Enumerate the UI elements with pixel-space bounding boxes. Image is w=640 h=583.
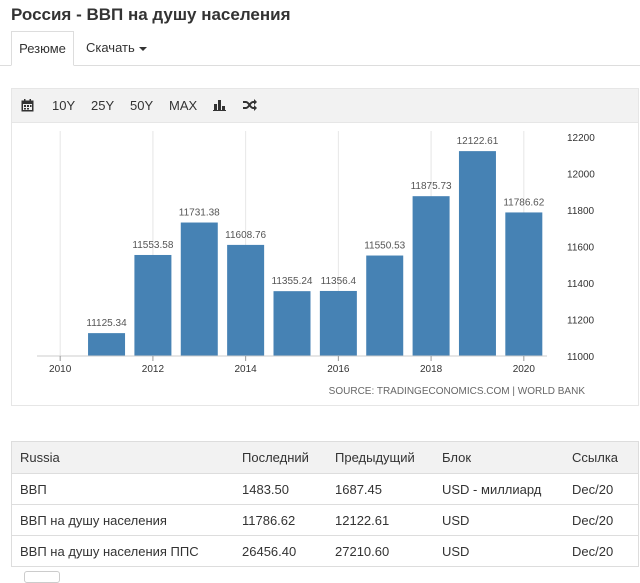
row-last-value: 26456.40 <box>234 535 327 566</box>
row-previous-value: 1687.45 <box>327 473 434 505</box>
bar <box>227 244 265 356</box>
y-tick-label: 11400 <box>567 279 595 290</box>
y-tick-label: 11000 <box>567 352 595 363</box>
y-tick-label: 11600 <box>567 243 595 254</box>
bar-value-label: 11731.38 <box>179 208 220 219</box>
bar-value-label: 11125.34 <box>86 318 127 329</box>
bar <box>180 222 218 356</box>
bar <box>412 196 450 356</box>
row-indicator-link[interactable]: ВВП на душу населения <box>12 504 234 536</box>
bar-value-label: 12122.61 <box>457 136 499 147</box>
tab-summary[interactable]: Резюме <box>11 31 74 66</box>
column-header-previous: Предыдущий <box>327 442 434 474</box>
row-reference: Dec/20 <box>564 535 638 566</box>
row-indicator-link[interactable]: ВВП <box>12 473 234 505</box>
row-reference: Dec/20 <box>564 504 638 536</box>
bar <box>319 290 357 356</box>
tab-summary-label: Резюме <box>19 41 66 56</box>
bar-value-label: 11608.76 <box>225 230 266 241</box>
bar <box>366 255 404 356</box>
x-tick-label: 2020 <box>513 364 536 375</box>
bar <box>273 291 311 356</box>
table-row: ВВП 1483.50 1687.45 USD - миллиард Dec/2… <box>12 473 638 505</box>
bar-value-label: 11875.73 <box>411 181 452 192</box>
bar-value-label: 11550.53 <box>364 241 405 252</box>
column-header-country: Russia <box>12 442 234 474</box>
row-indicator-link[interactable]: ВВП на душу населения ППС <box>12 535 234 566</box>
x-tick-label: 2010 <box>49 364 72 375</box>
row-reference: Dec/20 <box>564 473 638 505</box>
row-unit: USD <box>434 504 564 536</box>
column-header-reference: Ссылка <box>564 442 638 474</box>
bar <box>505 212 543 356</box>
chevron-down-icon <box>138 46 147 51</box>
row-unit: USD <box>434 535 564 566</box>
table-row: ВВП на душу населения 11786.62 12122.61 … <box>12 504 638 536</box>
page-title: Россия - ВВП на душу населения <box>11 5 291 24</box>
row-last-value: 1483.50 <box>234 473 327 505</box>
bar-value-label: 11786.62 <box>503 197 544 208</box>
export-button[interactable] <box>24 571 60 583</box>
tab-bar: Резюме Скачать <box>0 31 640 66</box>
y-tick-label: 12200 <box>567 133 595 144</box>
x-tick-label: 2012 <box>142 364 165 375</box>
bar <box>88 333 126 356</box>
row-previous-value: 27210.60 <box>327 535 434 566</box>
row-previous-value: 12122.61 <box>327 504 434 536</box>
indicators-table: Russia Последний Предыдущий Блок Ссылка … <box>11 441 639 567</box>
row-last-value: 11786.62 <box>234 504 327 536</box>
table-header-row: Russia Последний Предыдущий Блок Ссылка <box>12 442 638 474</box>
tab-download-dropdown[interactable]: Скачать <box>86 31 147 65</box>
y-tick-label: 11800 <box>567 206 595 217</box>
bar-value-label: 11553.58 <box>132 240 173 251</box>
column-header-last: Последний <box>234 442 327 474</box>
row-unit: USD - миллиард <box>434 473 564 505</box>
y-tick-label: 12000 <box>567 170 595 181</box>
column-header-unit: Блок <box>434 442 564 474</box>
y-tick-label: 11200 <box>567 316 595 327</box>
x-tick-label: 2018 <box>420 364 443 375</box>
chart-source-text: SOURCE: TRADINGECONOMICS.COM | WORLD BAN… <box>329 386 586 397</box>
table-row: ВВП на душу населения ППС 26456.40 27210… <box>12 535 638 566</box>
bar-value-label: 11355.24 <box>272 276 313 287</box>
chart-panel: 10Y 25Y 50Y MAX 11125.34 11553.58 11731.38… <box>11 88 639 406</box>
bar <box>458 151 496 356</box>
bar <box>134 254 172 356</box>
tab-download-label: Скачать <box>86 40 135 55</box>
x-tick-label: 2014 <box>235 364 258 375</box>
bar-value-label: 11356.4 <box>321 276 357 287</box>
gdp-per-capita-chart: 11125.34 11553.58 11731.38 11608.76 11355.24… <box>37 131 595 397</box>
x-tick-label: 2016 <box>327 364 350 375</box>
